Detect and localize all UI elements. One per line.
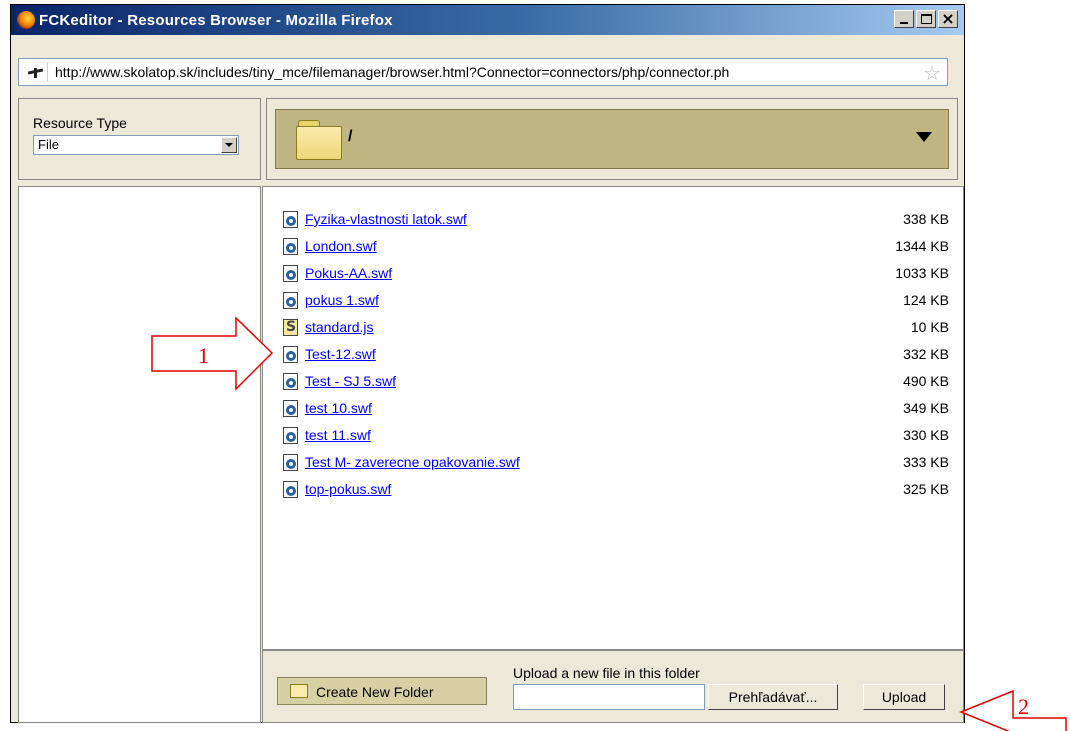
annotation-label-1: 1 [198, 343, 209, 368]
annotation-layer [151, 316, 1067, 731]
annotation-label-2: 2 [1018, 694, 1029, 719]
annotation-arrow-1 [151, 316, 274, 391]
annotation-arrow-2 [958, 689, 1067, 731]
